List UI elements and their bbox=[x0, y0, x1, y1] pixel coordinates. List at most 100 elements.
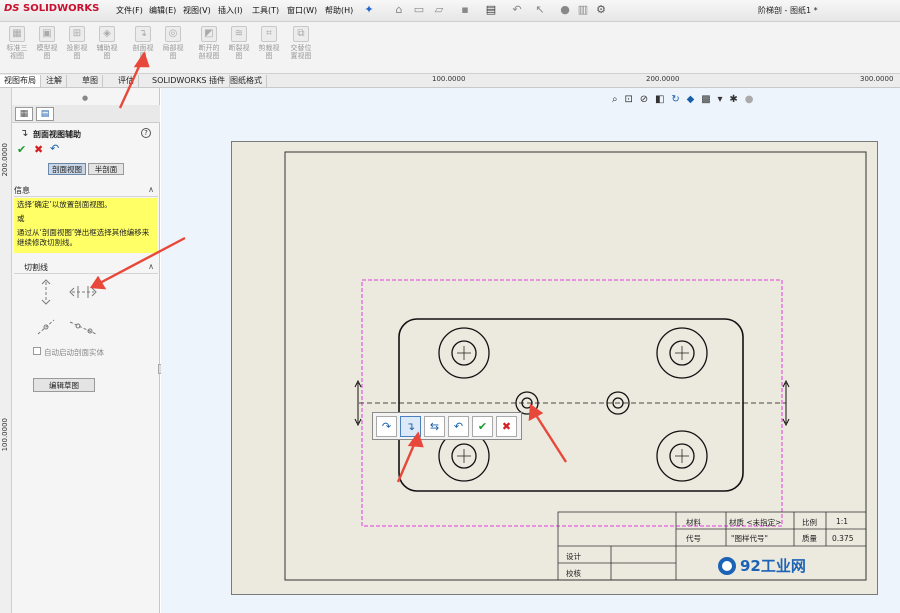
title-bar: DS SOLIDWORKS 文件(F) 编辑(E) 视图(V) 插入(I) 工具… bbox=[0, 0, 900, 22]
auxiliary-view-icon: ◈ bbox=[99, 26, 115, 42]
ok-check-icon[interactable]: ✔ bbox=[17, 143, 26, 156]
menu-file[interactable]: 文件(F) bbox=[116, 5, 143, 16]
alternate-position-view-icon: ⧉ bbox=[293, 26, 309, 42]
arc-offset-icon[interactable]: ↷ bbox=[376, 416, 397, 437]
tab-annotation[interactable]: 注解 bbox=[42, 75, 67, 87]
back-undo-icon[interactable]: ↶ bbox=[50, 142, 59, 155]
feature-manager-tab-icon[interactable]: ▦ bbox=[15, 107, 33, 121]
menu-edit[interactable]: 编辑(E) bbox=[149, 5, 176, 16]
appearance-sphere-icon[interactable]: ● bbox=[745, 94, 754, 105]
info-section-header[interactable]: 信息 ∧ bbox=[14, 185, 158, 197]
detail-view-button[interactable]: ◎ 局部视 图 bbox=[158, 26, 188, 72]
section-view-button[interactable]: ↴ 剖面视 图 bbox=[128, 26, 158, 72]
undo-arrow-icon[interactable]: ↶ bbox=[510, 3, 524, 17]
info-or: 或 bbox=[17, 214, 25, 223]
section-view-label: 剖面视 图 bbox=[132, 44, 154, 60]
single-offset-icon[interactable]: ↴ bbox=[400, 416, 421, 437]
menu-insert[interactable]: 插入(I) bbox=[218, 5, 243, 16]
vertical-cutline-icon[interactable] bbox=[41, 279, 51, 305]
new-file-icon[interactable]: ▭ bbox=[412, 3, 426, 17]
tb-mass-value: 0.375 bbox=[832, 534, 854, 543]
solidworks-logo[interactable]: DS SOLIDWORKS bbox=[4, 3, 100, 19]
notch-offset-icon[interactable]: ⇆ bbox=[424, 416, 445, 437]
scene-lighting-icon[interactable]: ✱ bbox=[729, 94, 737, 105]
crop-view-button[interactable]: ⌗ 剪裁视 图 bbox=[254, 26, 284, 72]
undo-icon[interactable]: ↶ bbox=[448, 416, 469, 437]
tb-material-label: 材料 bbox=[686, 518, 701, 527]
section-view-toggle-icon[interactable]: ◧ bbox=[655, 94, 664, 105]
tab-solidworks-addins[interactable]: SOLIDWORKS 插件 bbox=[148, 75, 230, 87]
confirm-icon[interactable]: ✔ bbox=[472, 416, 493, 437]
standard-3-view-icon: ▦ bbox=[9, 26, 25, 42]
aligned-cutline-icon[interactable] bbox=[37, 319, 55, 335]
ruler-h-100: 100.0000 bbox=[432, 75, 466, 83]
menu-view[interactable]: 视图(V) bbox=[183, 5, 211, 16]
property-manager-tab-icon[interactable]: ▤ bbox=[36, 107, 54, 121]
tab-sheet-format[interactable]: 图纸格式 bbox=[226, 75, 267, 87]
view-orientation-icon[interactable]: ◆ bbox=[687, 94, 695, 105]
select-cursor-icon[interactable]: ↖ bbox=[533, 3, 547, 17]
mode-tab-half-section[interactable]: 半剖面 bbox=[88, 163, 124, 175]
standard-3-view-button[interactable]: ▦ 标准三 视图 bbox=[2, 26, 32, 72]
hole-bottom-right bbox=[656, 430, 708, 482]
heads-up-view-toolbar: ⌕ ⊡ ⊘ ◧ ↻ ◆ ▩ ▾ ✱ ● bbox=[612, 94, 782, 108]
mode-tab-section-view[interactable]: 剖面视图 bbox=[48, 163, 86, 175]
info-section-label: 信息 bbox=[14, 186, 30, 195]
panel-grip-dot-icon[interactable]: ● bbox=[82, 94, 88, 102]
help-icon[interactable]: ? bbox=[141, 128, 151, 138]
zoom-to-fit-icon[interactable]: ⌕ bbox=[612, 94, 618, 105]
sheet-inner-border bbox=[284, 151, 867, 581]
projected-view-label: 投影视 图 bbox=[66, 44, 88, 60]
home-icon[interactable]: ⌂ bbox=[392, 3, 406, 17]
tab-sketch[interactable]: 草图 bbox=[78, 75, 103, 87]
edit-sketch-button[interactable]: 编辑草图 bbox=[33, 378, 95, 392]
crop-view-label: 剪裁视 图 bbox=[258, 44, 280, 60]
model-view-button[interactable]: ▣ 模型视 图 bbox=[32, 26, 62, 72]
rotate-view-icon[interactable]: ↻ bbox=[671, 94, 679, 105]
chevron-up-icon: ∧ bbox=[148, 262, 154, 271]
tb-material-value: 材质 <未指定> bbox=[729, 518, 782, 527]
projected-view-icon: ⊞ bbox=[69, 26, 85, 42]
print-icon[interactable]: ▤ bbox=[484, 3, 498, 17]
menu-window[interactable]: 窗口(W) bbox=[287, 5, 317, 16]
auto-start-checkbox[interactable] bbox=[33, 347, 41, 355]
standard-3-view-label: 标准三 视图 bbox=[6, 44, 28, 60]
cancel-icon[interactable]: ✖ bbox=[496, 416, 517, 437]
previous-view-icon[interactable]: ⊘ bbox=[640, 94, 648, 105]
alternate-position-view-button[interactable]: ⧉ 交替位 置视图 bbox=[286, 26, 316, 72]
file-properties-icon[interactable]: ▥ bbox=[576, 3, 590, 17]
horizontal-cutline-icon[interactable] bbox=[69, 286, 97, 298]
tab-view-layout[interactable]: 视图布局 bbox=[0, 75, 41, 87]
cutline-section-header[interactable]: 切割线 ∧ bbox=[14, 262, 158, 274]
break-view-icon: ≋ bbox=[231, 26, 247, 42]
zoom-area-icon[interactable]: ⊡ bbox=[624, 94, 632, 105]
info-text-2: 通过从‘剖面视图’弹出框选择其他编移来继续修改切割线。 bbox=[17, 228, 150, 247]
cancel-x-icon[interactable]: ✖ bbox=[34, 143, 43, 156]
tab-evaluate[interactable]: 评估 bbox=[114, 75, 139, 87]
panel-title: 剖面视图辅助 bbox=[33, 130, 81, 139]
brand-gear-icon bbox=[718, 557, 736, 575]
pin-icon[interactable]: ✦ bbox=[362, 3, 376, 17]
hole-top-left bbox=[438, 327, 490, 379]
rebuild-icon[interactable]: ● bbox=[558, 3, 572, 17]
tb-code-value: "图样代号" bbox=[731, 534, 768, 543]
brand-watermark: 92工业网 bbox=[740, 557, 806, 575]
options-gear-icon[interactable]: ⚙ bbox=[594, 3, 608, 17]
auxiliary-cutline-icon[interactable] bbox=[69, 321, 97, 335]
hide-show-items-icon[interactable]: ▾ bbox=[718, 94, 723, 105]
menu-tools[interactable]: 工具(T) bbox=[252, 5, 279, 16]
ruler-h-200: 200.0000 bbox=[646, 75, 680, 83]
projected-view-button[interactable]: ⊞ 投影视 图 bbox=[62, 26, 92, 72]
logo-name: SOLIDWORKS bbox=[23, 3, 100, 14]
save-icon[interactable]: ▪ bbox=[458, 3, 472, 17]
auxiliary-view-button[interactable]: ◈ 辅助视 图 bbox=[92, 26, 122, 72]
tb-mass-label: 质量 bbox=[802, 534, 817, 543]
open-folder-icon[interactable]: ▱ bbox=[432, 3, 446, 17]
chevron-up-icon: ∧ bbox=[148, 185, 154, 194]
crop-view-icon: ⌗ bbox=[261, 26, 277, 42]
menu-help[interactable]: 帮助(H) bbox=[325, 5, 353, 16]
document-title: 阶梯剖 - 图纸1 * bbox=[758, 6, 818, 15]
break-view-button[interactable]: ≋ 断裂视 图 bbox=[224, 26, 254, 72]
broken-out-section-button[interactable]: ◩ 断开的 剖视图 bbox=[194, 26, 224, 72]
display-style-icon[interactable]: ▩ bbox=[701, 94, 710, 105]
